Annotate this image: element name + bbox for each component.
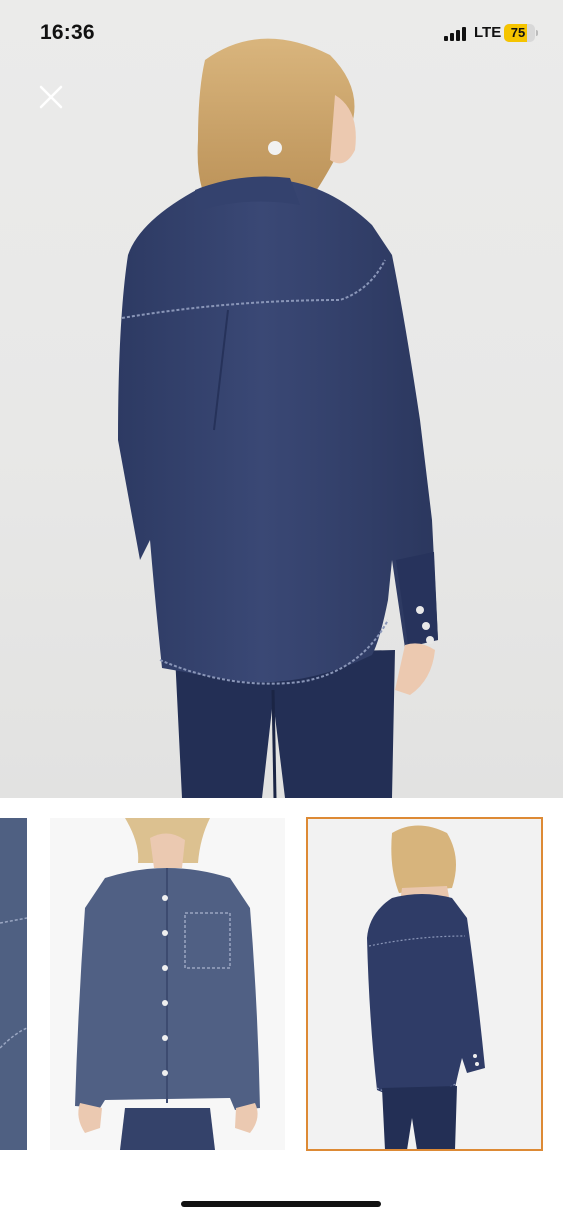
thumbnail-gallery[interactable] [0,798,563,1178]
thumbnail-front-view[interactable] [50,818,285,1150]
denim-shirt-back-photo [118,38,438,798]
thumbnail-denim-detail[interactable] [0,818,27,1150]
close-icon [39,85,63,109]
close-button[interactable] [34,80,68,114]
main-product-image[interactable]: 16:36 LTE 75 [0,0,563,798]
thumbnail-back-view[interactable] [306,817,543,1151]
cellular-signal-icon [444,27,470,41]
home-indicator[interactable] [181,1201,381,1207]
status-time: 16:36 [40,21,95,44]
status-bar: 16:36 LTE 75 [0,0,563,68]
battery-icon: 75 [504,24,538,42]
battery-level: 75 [510,25,526,40]
network-type: LTE [474,24,502,41]
